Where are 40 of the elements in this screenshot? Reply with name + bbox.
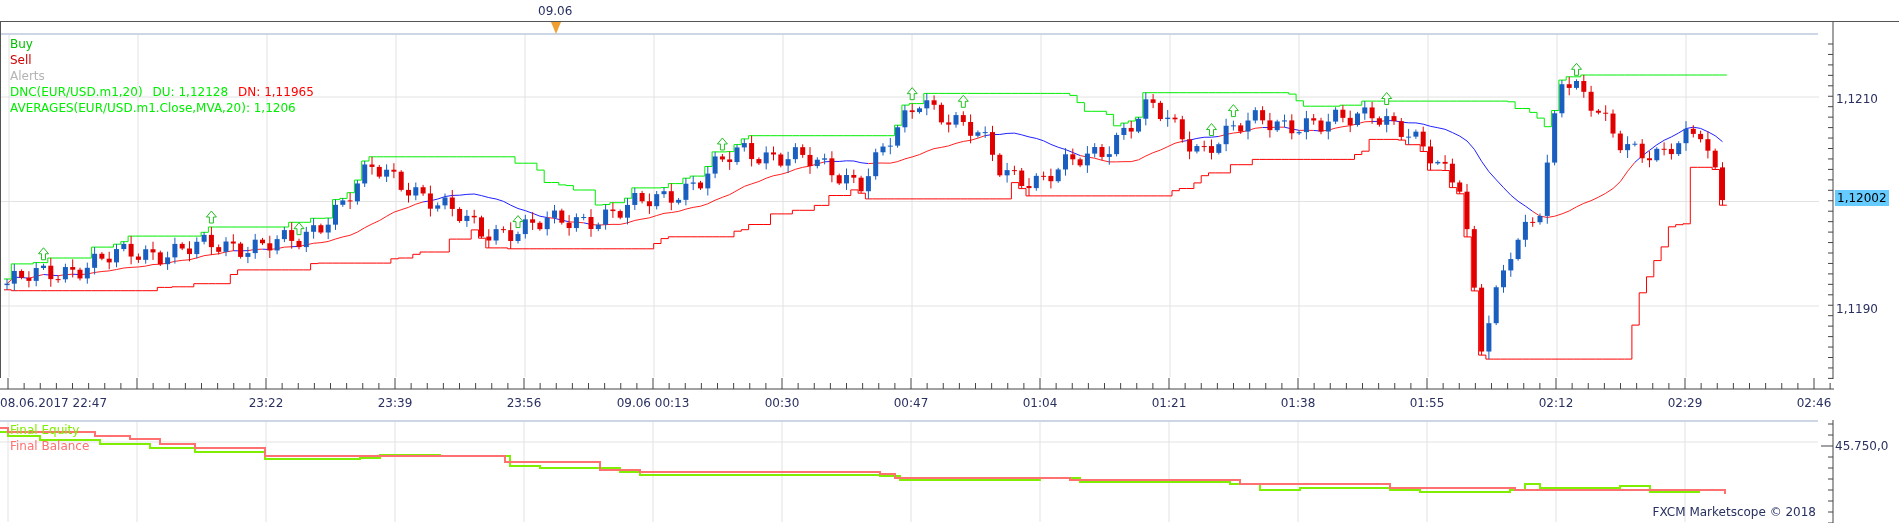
marker-icon [551,22,561,34]
time-axis-label: 00:47 [893,395,929,412]
up-arrow-icon [293,222,305,236]
time-axis-label: 01:21 [1151,395,1187,412]
indicator-label: DN: 1,11965 [238,84,314,100]
legend-label: Alerts [10,68,45,84]
time-axis-label: 09.06 00:13 [616,395,690,412]
price-axis-label: 1,1210 [1836,91,1878,108]
time-axis-label: 02:46 [1796,395,1832,412]
time-axis-label: 23:22 [248,395,284,412]
equity-axis-label: 45.750,0 [1835,438,1889,455]
up-arrow-icon [512,215,524,229]
up-arrow-icon [716,137,728,151]
copyright-text: FXCM Marketscope © 2018 [1652,504,1816,521]
up-arrow-icon [1381,92,1393,105]
legend-label: Sell [10,52,32,68]
up-arrow-icon [1227,104,1239,118]
time-axis-label: 02:12 [1538,395,1574,412]
up-arrow-icon [1571,62,1582,76]
time-axis-label: 01:38 [1280,395,1316,412]
legend-label: Buy [10,36,33,52]
price-axis-label: 1,1190 [1836,301,1878,318]
time-axis-label: 08.06.2017 22:47 [0,395,108,412]
time-axis-label: 01:55 [1409,395,1445,412]
current-price-label: 1,12002 [1835,190,1889,206]
time-axis-label: 23:39 [377,395,413,412]
up-arrow-icon [906,87,918,101]
indicator-label: AVERAGES(EUR/USD.m1.Close,MVA,20): 1,1206 [10,100,296,116]
up-arrow-icon [1206,123,1217,137]
time-axis-label: 01:04 [1022,395,1058,412]
legend-label: Final Balance [10,438,90,454]
time-axis-label: 23:56 [506,395,542,412]
time-axis-label: 02:29 [1667,395,1703,412]
indicator-label: DNC(EUR/USD.m1,20) [10,84,143,100]
time-axis-label: 00:30 [764,395,800,412]
indicator-label: DU: 1,12128 [152,84,229,100]
up-arrow-icon [957,94,969,108]
up-arrow-icon [205,210,217,224]
up-arrow-icon [38,247,49,261]
date-marker-label: 09.06 [538,3,573,20]
